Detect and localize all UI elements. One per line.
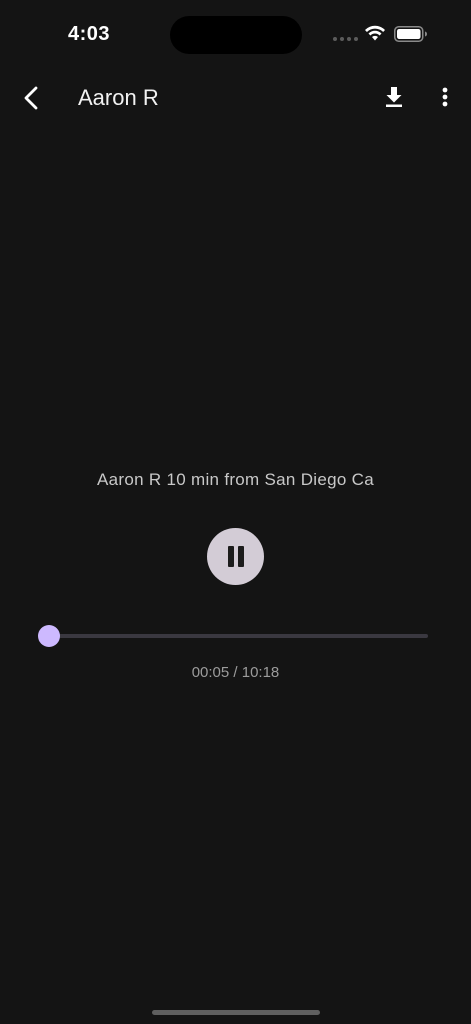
home-indicator	[152, 1010, 320, 1015]
back-icon[interactable]	[20, 85, 42, 111]
status-bar: 4:03	[0, 0, 471, 70]
track-title: Aaron R 10 min from San Diego Ca	[96, 470, 374, 489]
seek-track	[46, 634, 428, 638]
pause-button[interactable]	[207, 528, 264, 585]
dynamic-island	[170, 16, 302, 54]
cellular-signal-icon	[333, 37, 358, 41]
status-time: 4:03	[68, 23, 111, 45]
page-title: Aaron R	[78, 85, 159, 110]
seek-thumb[interactable]	[38, 625, 61, 647]
time-readout: 00:05 / 10:18	[191, 664, 280, 681]
battery-icon	[394, 26, 427, 42]
app-bar: Aaron R	[0, 72, 471, 124]
seek-slider[interactable]	[38, 625, 428, 647]
more-vertical-icon[interactable]	[435, 84, 455, 110]
pause-icon	[228, 546, 234, 567]
download-icon[interactable]	[381, 84, 407, 110]
wifi-icon	[365, 25, 385, 41]
